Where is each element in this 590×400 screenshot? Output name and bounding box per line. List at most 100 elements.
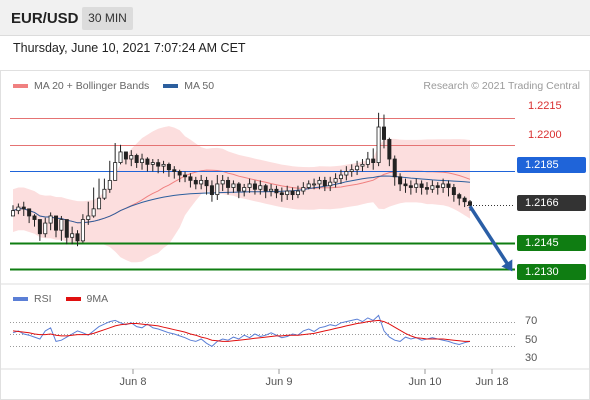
- candle-body: [285, 190, 290, 196]
- candle-body: [107, 179, 112, 190]
- candle-body: [188, 176, 193, 181]
- candle-body: [236, 183, 241, 192]
- resistance-2-label: 1.2215: [528, 100, 562, 112]
- candle-body: [113, 162, 118, 181]
- ma50-swatch: [163, 84, 179, 88]
- candle-body: [48, 215, 53, 224]
- candle-body: [16, 206, 21, 212]
- candle-body: [451, 187, 456, 196]
- rsi-tick-30: 30: [525, 352, 538, 364]
- candle-body: [408, 185, 413, 188]
- candle-body: [365, 158, 370, 165]
- candle-body: [27, 208, 32, 217]
- support-1-label: 1.2145: [517, 235, 586, 251]
- candle-body: [467, 201, 472, 206]
- candle-body: [70, 233, 75, 238]
- rsi-legend: RSI 9MA: [13, 293, 108, 305]
- candle-body: [328, 181, 333, 187]
- candle-body: [193, 179, 198, 185]
- candle-body: [166, 163, 171, 171]
- rsi-tick-70: 70: [525, 315, 538, 327]
- candle-body: [80, 219, 85, 242]
- candle-body: [371, 158, 376, 163]
- candle-body: [322, 179, 327, 187]
- rsi-legend-label: RSI: [34, 293, 52, 305]
- candle-body: [419, 183, 424, 188]
- candle-body: [392, 158, 397, 178]
- candle-body: [430, 185, 435, 190]
- candle-body: [199, 179, 204, 185]
- candle-body: [355, 165, 360, 171]
- candle-body: [263, 185, 268, 192]
- candle-body: [172, 169, 177, 172]
- candle-body: [274, 188, 279, 194]
- candle-body: [145, 158, 150, 165]
- candle-body: [301, 187, 306, 192]
- candle-body: [150, 162, 155, 165]
- candle-body: [295, 190, 300, 196]
- candle-body: [231, 183, 236, 188]
- candle-body: [220, 179, 225, 185]
- candle-body: [247, 183, 252, 188]
- resistance-1-label: 1.2200: [528, 129, 562, 141]
- candle-body: [226, 179, 231, 188]
- candle-body: [129, 155, 134, 160]
- candle-body: [306, 183, 311, 188]
- candle-body: [258, 185, 263, 190]
- candle-body: [279, 192, 284, 196]
- rsi-tick-50: 50: [525, 334, 538, 346]
- candle-body: [161, 163, 166, 167]
- candle-body: [344, 171, 349, 176]
- candle-body: [97, 197, 102, 210]
- candle-body: [91, 208, 96, 217]
- rsi-ma9-line: [12, 319, 470, 342]
- candle-body: [381, 126, 386, 140]
- candle-body: [43, 222, 48, 235]
- ma20-swatch: [13, 84, 28, 88]
- candle-body: [54, 215, 59, 231]
- candle-body: [37, 219, 42, 235]
- ma9-legend-label: 9MA: [86, 293, 109, 305]
- candle-body: [10, 210, 15, 217]
- x-tick-jun10: Jun 10: [408, 376, 442, 388]
- candle-body: [290, 190, 295, 196]
- candle-body: [215, 183, 220, 196]
- candle-body: [349, 169, 354, 172]
- x-tick-jun9: Jun 9: [265, 376, 293, 388]
- candle-body: [140, 158, 145, 163]
- candle-body: [360, 163, 365, 167]
- candle-body: [387, 139, 392, 160]
- candle-body: [424, 187, 429, 190]
- x-tick-jun18: Jun 18: [475, 376, 509, 388]
- ma50-legend-label: MA 50: [184, 80, 215, 92]
- rsi-swatch: [13, 297, 28, 301]
- candle-body: [183, 174, 188, 178]
- candle-body: [177, 171, 182, 176]
- candle-body: [242, 187, 247, 192]
- candle-body: [59, 219, 64, 231]
- support-2-label: 1.2130: [517, 264, 586, 280]
- bollinger-band-area: [13, 126, 470, 263]
- candle-body: [333, 178, 338, 183]
- candle-body: [435, 185, 440, 188]
- candle-body: [414, 183, 419, 188]
- ma9-swatch: [65, 297, 81, 301]
- candle-body: [376, 126, 381, 163]
- copyright-text: Research © 2021 Trading Central: [423, 80, 580, 92]
- candle-body: [134, 155, 139, 163]
- candle-body: [403, 183, 408, 187]
- candle-body: [156, 162, 161, 167]
- main-legend: MA 20 + Bollinger Bands MA 50: [13, 80, 214, 92]
- x-tick-jun8: Jun 8: [119, 376, 147, 388]
- candle-body: [32, 215, 37, 220]
- candle-body: [462, 197, 467, 203]
- candle-body: [457, 194, 462, 199]
- price-chart[interactable]: [0, 0, 590, 400]
- candle-body: [75, 233, 80, 242]
- candle-body: [102, 188, 107, 199]
- candle-body: [252, 183, 257, 190]
- candle-body: [123, 151, 128, 160]
- candle-body: [21, 206, 26, 210]
- pivot-level-label: 1.2185: [517, 157, 586, 173]
- candle-body: [312, 183, 317, 186]
